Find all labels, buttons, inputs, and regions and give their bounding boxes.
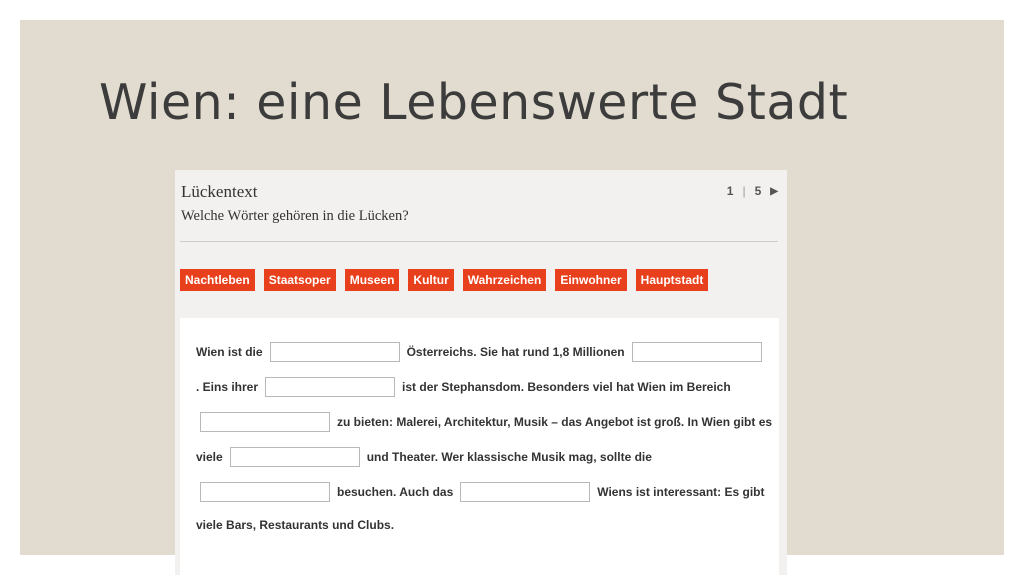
text-line-3: zu bieten: Malerei, Architektur, Musik –… xyxy=(196,412,772,432)
text-line-4: viele und Theater. Wer klassische Musik … xyxy=(196,447,652,467)
next-arrow-icon[interactable]: ▶ xyxy=(770,186,778,197)
text-segment: Wiens ist interessant: Es gibt xyxy=(597,485,765,499)
gap-field-3[interactable] xyxy=(265,377,396,397)
gap-field-4[interactable] xyxy=(200,412,330,432)
word-chip-wahrzeichen[interactable]: Wahrzeichen xyxy=(462,269,547,291)
text-line-1: Wien ist die Österreichs. Sie hat rund 1… xyxy=(196,342,769,362)
gap-field-1[interactable] xyxy=(269,342,400,362)
widget-subtitle: Welche Wörter gehören in die Lücken? xyxy=(181,208,409,224)
text-segment: viele xyxy=(196,450,223,464)
text-line-6: viele Bars, Restaurants und Clubs. xyxy=(196,518,394,532)
text-segment: Österreichs. Sie hat rund 1,8 Millionen xyxy=(406,345,625,359)
gap-field-7[interactable] xyxy=(460,482,591,502)
pager-total: 5 xyxy=(754,184,762,198)
word-chip-nachtleben[interactable]: Nachtleben xyxy=(180,269,255,291)
widget-title: Lückentext xyxy=(181,182,258,201)
cloze-text-panel: Wien ist die Österreichs. Sie hat rund 1… xyxy=(180,318,779,575)
gap-field-2[interactable] xyxy=(631,342,762,362)
divider xyxy=(180,241,778,242)
text-segment: und Theater. Wer klassische Musik mag, s… xyxy=(366,450,652,464)
word-chip-hauptstadt[interactable]: Hauptstadt xyxy=(635,269,709,291)
gap-field-6[interactable] xyxy=(200,482,330,502)
gap-field-5[interactable] xyxy=(229,447,360,467)
pager: 1 | 5 ▶ xyxy=(727,184,778,198)
text-segment: Wien ist die xyxy=(196,345,263,359)
text-segment: . Eins ihrer xyxy=(196,380,259,394)
cloze-widget: Lückentext Welche Wörter gehören in die … xyxy=(175,170,787,575)
word-chip-kultur[interactable]: Kultur xyxy=(408,269,454,291)
text-segment: ist der Stephansdom. Besonders viel hat … xyxy=(402,380,731,394)
word-chip-museen[interactable]: Museen xyxy=(344,269,400,291)
text-segment: zu bieten: Malerei, Architektur, Musik –… xyxy=(337,415,773,429)
word-bank: Nachtleben Staatsoper Museen Kultur Wahr… xyxy=(180,269,709,291)
pager-separator: | xyxy=(742,184,746,198)
word-chip-staatsoper[interactable]: Staatsoper xyxy=(263,269,336,291)
text-line-2: . Eins ihrer ist der Stephansdom. Besond… xyxy=(196,377,731,397)
text-segment: besuchen. Auch das xyxy=(337,485,454,499)
text-segment: viele Bars, Restaurants und Clubs. xyxy=(196,518,395,532)
pager-current: 1 xyxy=(726,184,734,198)
text-line-5: besuchen. Auch das Wiens ist interessant… xyxy=(196,482,765,502)
slide: Wien: eine Lebenswerte Stadt Lückentext … xyxy=(20,20,1004,575)
slide-title: Wien: eine Lebenswerte Stadt xyxy=(99,74,849,131)
word-chip-einwohner[interactable]: Einwohner xyxy=(555,269,627,291)
